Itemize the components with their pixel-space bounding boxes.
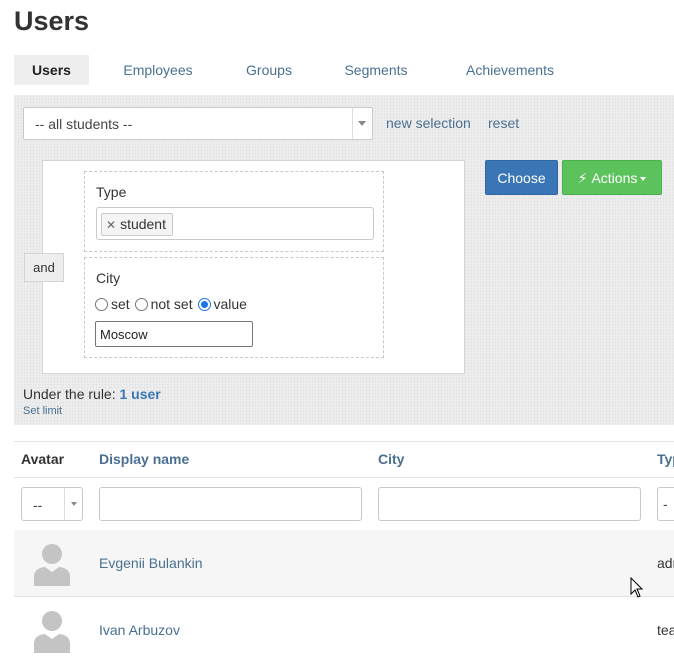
selection-dropdown-arrow[interactable] [352, 108, 372, 139]
radio-not-set[interactable] [134, 298, 148, 311]
radio-set[interactable] [95, 298, 108, 311]
radio-value-label: value [213, 296, 247, 312]
operator-and-button[interactable]: and [24, 253, 64, 282]
user-type: adr [657, 555, 674, 571]
user-display-name[interactable]: Evgenii Bulankin [99, 555, 203, 571]
tab-users[interactable]: Users [14, 55, 89, 85]
radio-not-set-label: not set [150, 296, 193, 312]
avatar-placeholder-icon [34, 544, 70, 586]
avatar-placeholder-icon [34, 611, 70, 653]
type-tag: ✕ student [101, 213, 173, 236]
tab-segments[interactable]: Segments [332, 55, 420, 85]
avatar-filter-value: -- [33, 497, 43, 513]
column-header-type[interactable]: Typ [657, 451, 674, 467]
type-tag-label: student [120, 216, 166, 232]
table-row[interactable]: Evgenii Bulankin adr [14, 530, 674, 597]
tab-groups[interactable]: Groups [234, 55, 304, 85]
chevron-down-icon [358, 121, 366, 126]
selection-dropdown-value: -- all students -- [35, 116, 133, 132]
set-limit-link[interactable]: Set limit [23, 405, 62, 417]
type-tag-input[interactable]: ✕ student [96, 207, 374, 240]
radio-value[interactable] [197, 298, 211, 311]
page-title: Users [14, 6, 90, 36]
user-type: tea [657, 622, 674, 638]
radio-set-label: set [111, 296, 130, 312]
column-header-city[interactable]: City [378, 451, 404, 467]
new-selection-link[interactable]: new selection [386, 115, 471, 131]
rule-result-count[interactable]: 1 user [120, 386, 161, 402]
city-value-input[interactable] [95, 321, 253, 347]
rule-result: Under the rule: 1 user [23, 386, 161, 402]
selection-dropdown[interactable]: -- all students -- [23, 107, 373, 140]
column-header-display-name[interactable]: Display name [99, 451, 189, 467]
remove-tag-icon[interactable]: ✕ [106, 218, 116, 232]
type-filter-value: - [663, 496, 668, 512]
city-mode-radios: set not set value [95, 296, 248, 312]
chevron-down-icon [640, 177, 647, 181]
actions-button-label: Actions [591, 170, 638, 186]
city-filter-input[interactable] [378, 487, 641, 521]
mouse-pointer-icon [630, 577, 644, 598]
rule-result-prefix: Under the rule: [23, 386, 116, 402]
condition-city: City set not set value [84, 257, 384, 358]
chevron-down-icon [71, 502, 77, 506]
column-header-avatar: Avatar [21, 451, 65, 467]
display-name-filter-input[interactable] [99, 487, 362, 521]
user-display-name[interactable]: Ivan Arbuzov [99, 622, 180, 638]
tab-achievements[interactable]: Achievements [450, 55, 570, 85]
condition-type: Type ✕ student [84, 171, 384, 252]
bolt-icon: ⚡︎ [577, 170, 588, 186]
table-row[interactable]: Ivan Arbuzov tea [14, 597, 674, 658]
avatar-filter-select[interactable]: -- [21, 487, 83, 521]
avatar-filter-arrow[interactable] [64, 488, 82, 520]
condition-city-label: City [96, 270, 121, 286]
choose-button[interactable]: Choose [485, 160, 558, 195]
tab-employees[interactable]: Employees [104, 55, 212, 85]
tab-bar: Users Employees Groups Segments Achievem… [14, 55, 674, 85]
condition-type-label: Type [96, 184, 127, 200]
actions-button[interactable]: ⚡︎ Actions [562, 160, 662, 195]
reset-link[interactable]: reset [488, 115, 519, 131]
